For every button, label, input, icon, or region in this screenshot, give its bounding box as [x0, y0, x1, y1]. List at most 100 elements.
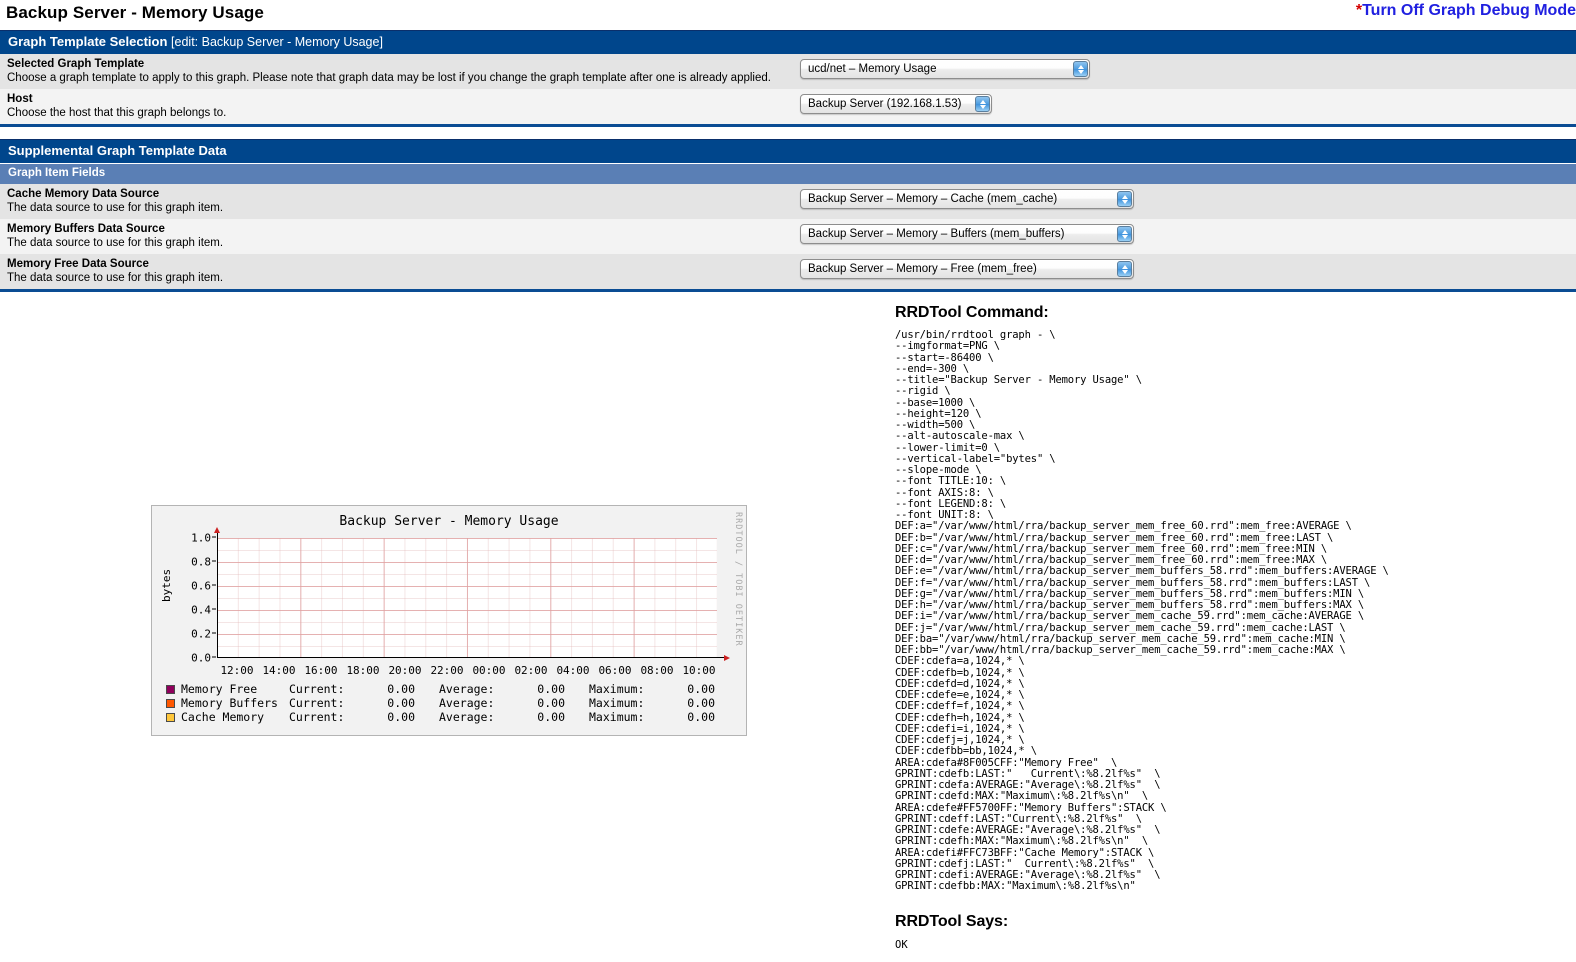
stepper-arrows-icon[interactable] — [1117, 226, 1132, 242]
page-title: Backup Server - Memory Usage — [6, 3, 264, 22]
legend-current-value: 0.00 — [387, 682, 415, 696]
field-label: Cache Memory Data Source — [7, 188, 160, 200]
rrdtool-watermark: RRDTOOL / TOBI OETIKER — [733, 512, 743, 647]
label-column: Memory Buffers Data Source The data sour… — [0, 222, 800, 250]
legend-row: Memory Free Current: 0.00 Average: 0.00 … — [166, 682, 715, 696]
legend-maximum-label: Maximum: — [589, 696, 645, 710]
field-description: Choose the host that this graph belongs … — [7, 107, 227, 119]
y-tick: 1.0 — [191, 531, 216, 545]
control-column: ucd/net – Memory Usage — [800, 57, 1576, 79]
legend-row: Cache Memory Current: 0.00 Average: 0.00… — [166, 710, 715, 724]
field-row-host: Host Choose the host that this graph bel… — [0, 89, 1576, 124]
x-tick-label: 22:00 — [430, 664, 464, 677]
select-value: Backup Server – Memory – Buffers (mem_bu… — [808, 228, 1065, 240]
y-tick-label: 0.2 — [191, 627, 211, 641]
tick-dash — [212, 560, 216, 562]
y-tick: 0.4 — [191, 603, 216, 617]
turn-off-graph-debug-mode-link[interactable]: *Turn Off Graph Debug Mode — [1356, 2, 1576, 20]
legend-current-label: Current: — [289, 710, 345, 724]
field-row-memory-buffers-data-source: Memory Buffers Data Source The data sour… — [0, 219, 1576, 254]
y-axis-line — [217, 532, 218, 658]
stepper-arrows-icon[interactable] — [975, 96, 990, 112]
rrd-graph-image: Backup Server - Memory Usage bytes RRDTO… — [151, 505, 747, 736]
memory-free-data-source-select[interactable]: Backup Server – Memory – Free (mem_free) — [800, 259, 1134, 279]
cache-memory-data-source-select[interactable]: Backup Server – Memory – Cache (mem_cach… — [800, 189, 1134, 209]
chart-plot-area: 0.0 0.2 0.4 0.6 0.8 1.0 — [191, 527, 730, 664]
y-tick: 0.0 — [191, 651, 216, 665]
y-tick-label: 1.0 — [191, 531, 211, 545]
debug-link-label: Turn Off Graph Debug Mode — [1362, 2, 1576, 19]
box-title: Graph Template Selection — [8, 34, 168, 49]
supplemental-header: Supplemental Graph Template Data — [0, 140, 1576, 163]
x-tick-label: 10:00 — [682, 664, 716, 677]
x-tick-label: 14:00 — [262, 664, 296, 677]
y-tick-label: 0.0 — [191, 651, 211, 665]
chart-legend: Memory Free Current: 0.00 Average: 0.00 … — [166, 682, 715, 724]
field-label: Memory Buffers Data Source — [7, 223, 165, 235]
rrdtool-command-text: /usr/bin/rrdtool graph - \ --imgformat=P… — [895, 329, 1389, 893]
label-column: Memory Free Data Source The data source … — [0, 257, 800, 285]
select-value: ucd/net – Memory Usage — [808, 63, 937, 75]
rrdtool-says-heading: RRDTool Says: — [895, 912, 1009, 930]
y-tick-label: 0.4 — [191, 603, 211, 617]
rrdtool-command-heading: RRDTool Command: — [895, 304, 1049, 321]
x-tick-label: 08:00 — [640, 664, 674, 677]
graph-item-fields-subheader: Graph Item Fields — [0, 163, 1576, 184]
chart-x-axis-ticks: 12:00 14:00 16:00 18:00 20:00 22:00 00:0… — [217, 664, 717, 678]
selected-graph-template-select[interactable]: ucd/net – Memory Usage — [800, 59, 1090, 79]
stepper-arrows-icon[interactable] — [1117, 191, 1132, 207]
legend-average-label: Average: — [439, 710, 495, 724]
tick-dash — [212, 656, 216, 658]
tick-dash — [212, 632, 216, 634]
rrdtool-says-text: OK — [895, 938, 908, 951]
x-tick-label: 00:00 — [472, 664, 506, 677]
rrdtool-debug-panel: RRDTool Command: /usr/bin/rrdtool graph … — [895, 304, 1555, 951]
legend-maximum-value: 0.00 — [687, 710, 715, 724]
y-tick-label: 0.6 — [191, 579, 211, 593]
legend-average-label: Average: — [439, 696, 495, 710]
memory-buffers-data-source-select[interactable]: Backup Server – Memory – Buffers (mem_bu… — [800, 224, 1134, 244]
x-tick-label: 04:00 — [556, 664, 590, 677]
y-tick-label: 0.8 — [191, 555, 211, 569]
legend-series-name: Memory Free — [181, 682, 258, 696]
tick-dash — [212, 608, 216, 610]
legend-current-label: Current: — [289, 682, 345, 696]
field-description: The data source to use for this graph it… — [7, 202, 224, 214]
legend-maximum-value: 0.00 — [687, 682, 715, 696]
x-tick-label: 06:00 — [598, 664, 632, 677]
x-tick-label: 20:00 — [388, 664, 422, 677]
legend-maximum-label: Maximum: — [589, 682, 645, 696]
page-header: Backup Server - Memory Usage *Turn Off G… — [0, 0, 1576, 30]
field-label: Memory Free Data Source — [7, 258, 149, 270]
x-tick-label: 02:00 — [514, 664, 548, 677]
y-tick: 0.6 — [191, 579, 216, 593]
rrd-graph-canvas: Backup Server - Memory Usage bytes RRDTO… — [152, 506, 746, 735]
legend-row: Memory Buffers Current: 0.00 Average: 0.… — [166, 696, 715, 710]
legend-swatch-icon — [166, 712, 175, 722]
x-tick-label: 16:00 — [304, 664, 338, 677]
legend-swatch-icon — [166, 684, 175, 694]
supplemental-graph-template-data-box: Supplemental Graph Template Data Graph I… — [0, 139, 1576, 292]
label-column: Selected Graph Template Choose a graph t… — [0, 57, 800, 85]
legend-series-name: Memory Buffers — [181, 696, 278, 710]
stepper-arrows-icon[interactable] — [1117, 261, 1132, 277]
y-tick: 0.8 — [191, 555, 216, 569]
legend-series-name: Cache Memory — [181, 710, 265, 724]
select-value: Backup Server (192.168.1.53) — [808, 98, 962, 110]
box-title: Supplemental Graph Template Data — [8, 143, 227, 158]
stepper-arrows-icon[interactable] — [1073, 61, 1088, 77]
legend-average-value: 0.00 — [537, 696, 565, 710]
legend-maximum-label: Maximum: — [589, 710, 645, 724]
x-tick-label: 12:00 — [220, 664, 254, 677]
tick-dash — [212, 584, 216, 586]
x-axis-line — [217, 657, 725, 658]
graph-template-selection-box: Graph Template Selection [edit: Backup S… — [0, 30, 1576, 127]
graph-template-selection-header: Graph Template Selection [edit: Backup S… — [0, 31, 1576, 54]
legend-current-value: 0.00 — [387, 710, 415, 724]
host-select[interactable]: Backup Server (192.168.1.53) — [800, 94, 992, 114]
x-tick-label: 18:00 — [346, 664, 380, 677]
field-label: Selected Graph Template — [7, 58, 145, 70]
select-value: Backup Server – Memory – Free (mem_free) — [808, 263, 1037, 275]
control-column: Backup Server – Memory – Cache (mem_cach… — [800, 187, 1576, 209]
